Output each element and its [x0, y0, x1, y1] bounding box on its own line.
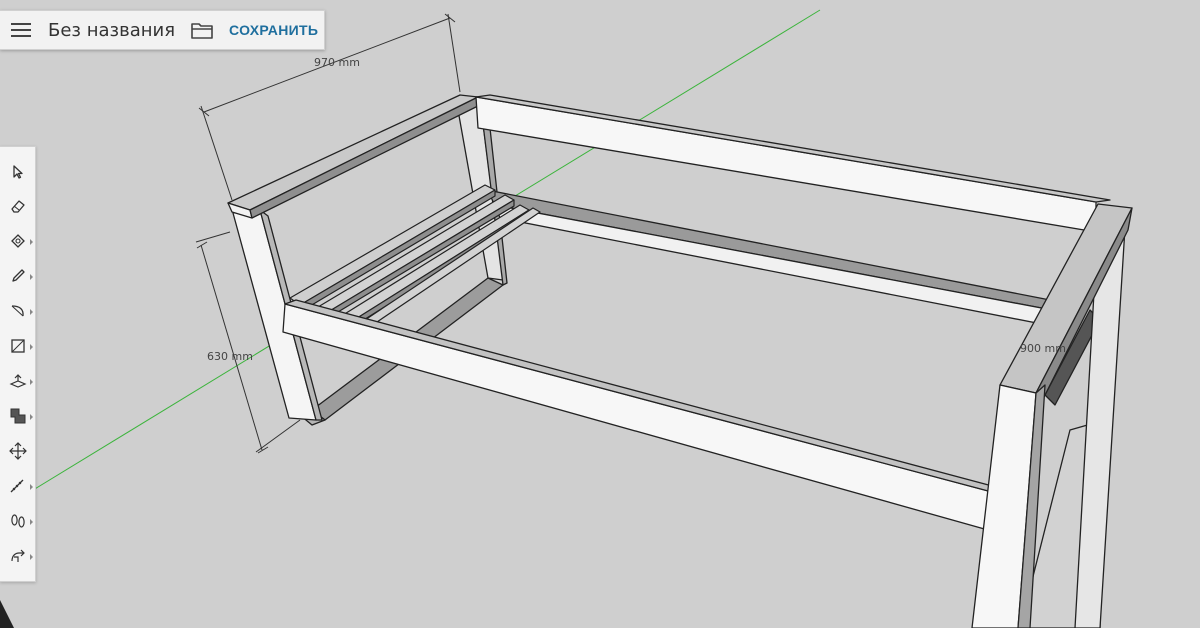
arc-tool[interactable] — [0, 296, 35, 326]
walk-tool[interactable] — [0, 506, 35, 536]
back-frame[interactable] — [475, 94, 1111, 327]
offset-tool[interactable] — [0, 401, 35, 431]
tool-palette — [0, 146, 36, 582]
corner-shadow — [0, 600, 14, 628]
move-icon — [8, 442, 27, 460]
side-dimension-label: 900 mm — [1020, 342, 1066, 355]
3d-model-viewport[interactable]: 970 mm 630 mm 900 mm — [0, 0, 1200, 628]
save-button[interactable]: СОХРАНИТЬ — [229, 22, 318, 38]
paint-tool[interactable] — [0, 226, 35, 256]
rectangle-icon — [10, 339, 25, 353]
rectangle-tool[interactable] — [0, 331, 35, 361]
paint-bucket-icon — [10, 234, 25, 248]
front-rail[interactable] — [282, 299, 997, 531]
menu-button[interactable] — [0, 11, 42, 49]
width-dimension-label: 970 mm — [314, 56, 360, 69]
arc-icon — [11, 305, 24, 317]
select-tool[interactable] — [0, 157, 35, 187]
pencil-icon — [11, 269, 25, 282]
tape-measure-tool[interactable] — [0, 471, 35, 501]
push-pull-icon — [8, 374, 27, 388]
push-pull-tool[interactable] — [0, 366, 35, 396]
document-title[interactable]: Без названия — [42, 20, 175, 41]
select-arrow-icon — [12, 165, 23, 179]
eraser-icon — [10, 200, 25, 213]
orbit-hand-icon — [10, 549, 25, 562]
eraser-tool[interactable] — [0, 191, 35, 221]
open-folder-button[interactable] — [187, 11, 217, 49]
move-tool[interactable] — [0, 436, 35, 466]
line-tool[interactable] — [0, 261, 35, 291]
offset-icon — [10, 408, 25, 424]
tape-measure-icon — [10, 479, 23, 493]
depth-dimension-label: 630 mm — [207, 350, 253, 363]
footprints-icon — [10, 514, 25, 528]
right-arm-frame[interactable] — [971, 203, 1133, 628]
hamburger-menu-icon — [11, 23, 31, 37]
folder-icon — [191, 23, 213, 39]
orbit-tool[interactable] — [0, 541, 35, 571]
top-bar: Без названия СОХРАНИТЬ — [0, 10, 325, 50]
